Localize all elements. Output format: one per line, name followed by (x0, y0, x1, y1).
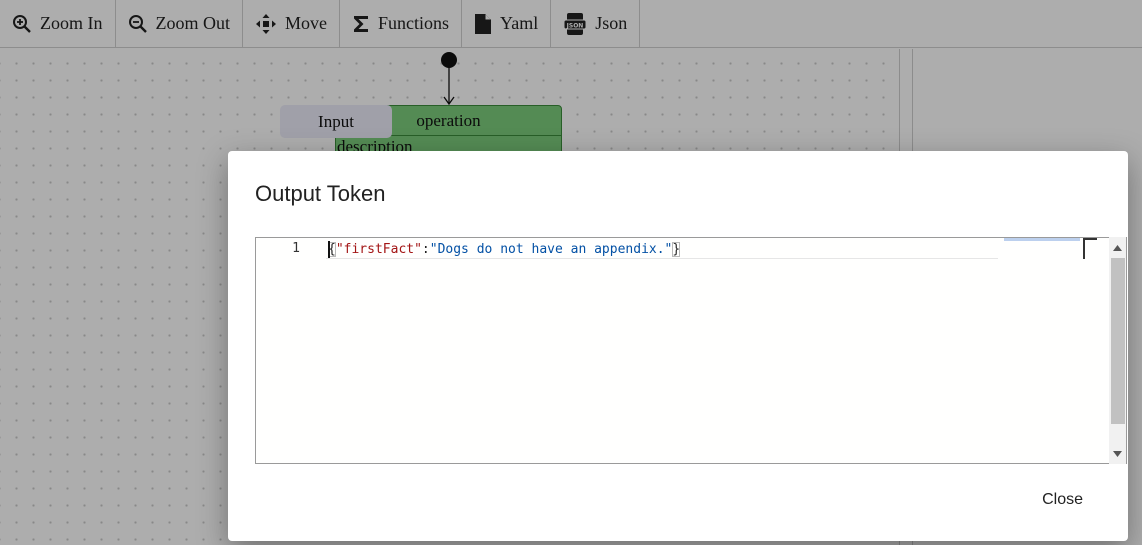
line-number: 1 (292, 241, 300, 256)
scroll-down-icon[interactable] (1109, 445, 1126, 462)
json-key: "firstFact" (335, 242, 422, 257)
close-brace: } (672, 242, 681, 257)
close-button[interactable]: Close (1026, 487, 1099, 513)
overview-ruler (1083, 238, 1097, 240)
json-colon: : (421, 242, 430, 257)
minimap[interactable] (1004, 238, 1080, 241)
output-token-dialog: Output Token 1 {"firstFact":"Dogs do not… (228, 151, 1128, 541)
dialog-title: Output Token (255, 181, 386, 206)
json-editor[interactable]: 1 {"firstFact":"Dogs do not have an appe… (255, 237, 1127, 464)
scroll-up-icon[interactable] (1109, 239, 1126, 256)
json-value: "Dogs do not have an appendix." (429, 242, 673, 257)
scrollbar-thumb[interactable] (1111, 258, 1125, 424)
code-line[interactable]: {"firstFact":"Dogs do not have an append… (328, 240, 680, 259)
text-caret (328, 241, 330, 258)
overview-ruler-line (1083, 239, 1085, 259)
editor-scrollbar[interactable] (1109, 237, 1126, 464)
